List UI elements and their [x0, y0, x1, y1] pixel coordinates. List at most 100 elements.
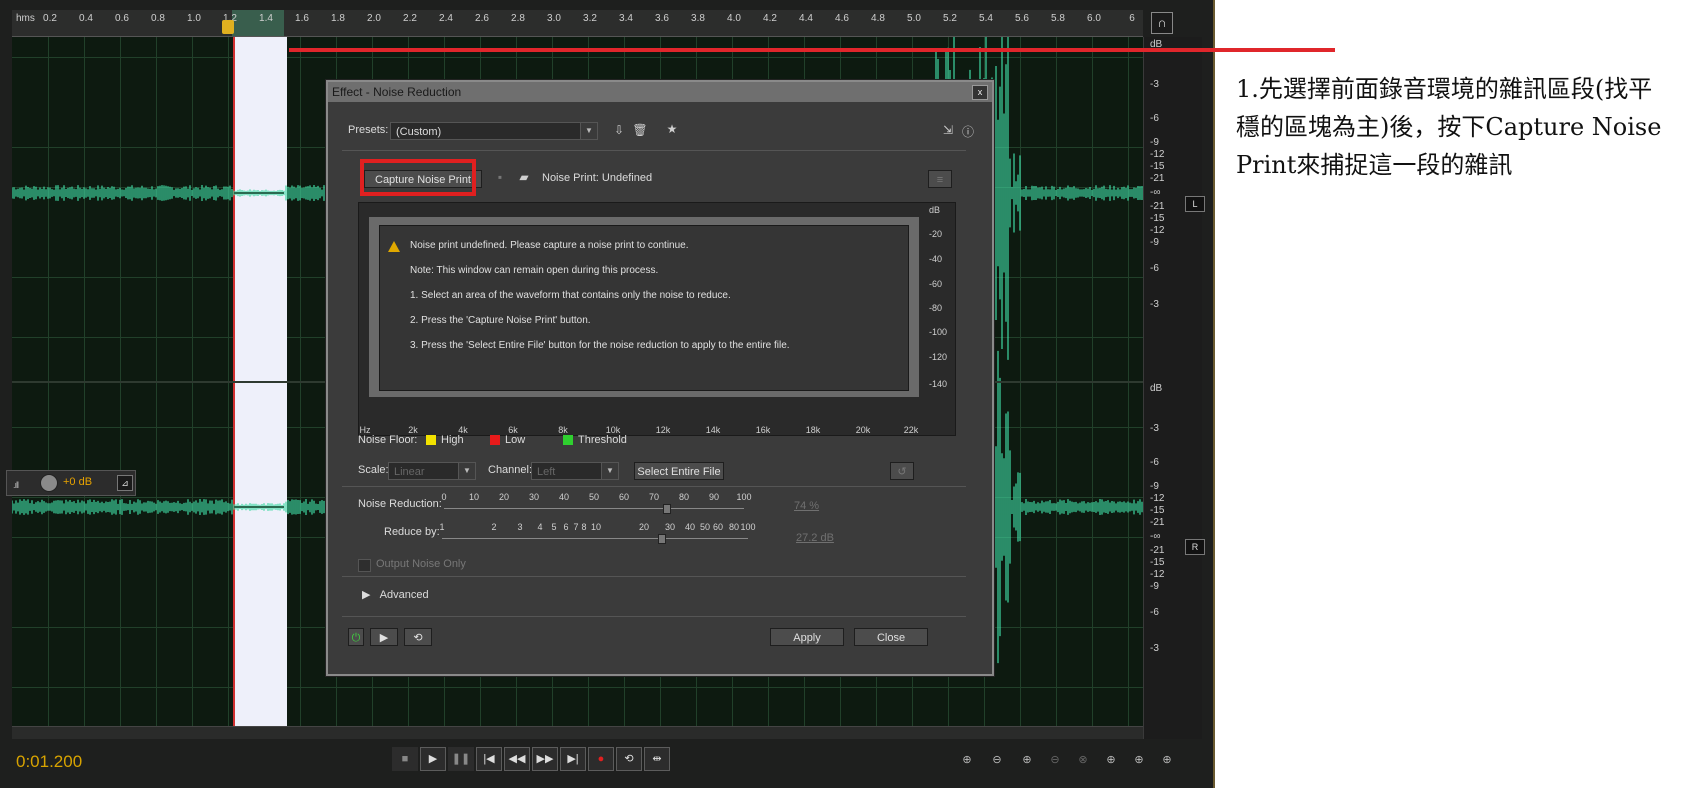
scale-tick: 5 — [551, 522, 557, 532]
playhead-marker[interactable] — [222, 20, 234, 34]
zoom-full-icon[interactable]: ⊗ — [1071, 751, 1095, 769]
power-icon[interactable]: ⏻ — [348, 628, 364, 646]
volume-value[interactable]: +0 dB — [63, 476, 92, 488]
time-ruler[interactable]: hms 0.2 0.4 0.6 0.8 1.0 1.2 1.4 1.6 1.8 … — [12, 10, 1143, 37]
skip-end-icon[interactable]: ▶| — [560, 747, 586, 771]
ruler-selection[interactable] — [232, 10, 284, 36]
zoom-out-amplitude-icon[interactable]: ⊖ — [985, 751, 1009, 769]
stop-icon[interactable]: ■ — [392, 747, 418, 771]
db-header-bottom: dB — [1150, 383, 1163, 394]
skip-start-icon[interactable]: |◀ — [476, 747, 502, 771]
channel-label: Channel: — [488, 464, 533, 476]
scale-tick: 90 — [708, 492, 720, 502]
noise-reduction-slider[interactable] — [444, 508, 744, 509]
selected-waveform — [234, 192, 284, 508]
rewind-icon[interactable]: ◀◀ — [504, 747, 530, 771]
select-entire-file-button[interactable]: Select Entire File — [634, 462, 724, 480]
noise-reduction-slider-thumb[interactable] — [663, 504, 671, 514]
presets-label: Presets: — [348, 124, 389, 136]
scale-tick: 1 — [439, 522, 445, 532]
delete-preset-icon[interactable]: 🗑 — [632, 123, 648, 137]
record-icon[interactable]: ● — [588, 747, 614, 771]
reduce-by-slider[interactable] — [442, 538, 748, 539]
scale-tick: 100 — [736, 492, 752, 502]
instruction-line: 1. Select an area of the waveform that c… — [410, 290, 731, 301]
scale-tick: 60 — [618, 492, 630, 502]
divider — [342, 576, 966, 577]
current-time[interactable]: 0:01.200 — [16, 752, 82, 772]
channel-value: Left — [537, 466, 556, 478]
pause-icon[interactable]: ❚❚ — [448, 747, 474, 771]
scale-label: Scale: — [358, 464, 389, 476]
output-noise-only-checkbox[interactable] — [358, 559, 371, 572]
save-preset-icon[interactable]: ⇩ — [611, 123, 627, 137]
scale-tick: 20 — [498, 492, 510, 502]
zoom-selection-icon[interactable]: ⊕ — [1099, 751, 1123, 769]
noise-reduction-value[interactable]: 74 % — [794, 500, 819, 512]
zoom-in-time-icon[interactable]: ⊕ — [1015, 751, 1039, 769]
apply-button[interactable]: Apply — [770, 628, 844, 646]
zoom-out-point-icon[interactable]: ⊕ — [1155, 751, 1179, 769]
pin-icon[interactable]: ⊿ — [117, 475, 133, 491]
ruler-tick: 3.6 — [655, 13, 669, 24]
loop-icon[interactable]: ⟲ — [616, 747, 642, 771]
reset-icon[interactable]: ↺ — [890, 462, 914, 480]
routing-icon[interactable]: ⇲ — [940, 123, 956, 137]
noise-print-status: Noise Print: Undefined — [542, 172, 653, 184]
scale-tick: 7 — [573, 522, 579, 532]
db-label: -12 — [1150, 149, 1165, 160]
db-label: -15 — [1150, 505, 1165, 516]
instruction-line: 3. Press the 'Select Entire File' button… — [410, 340, 790, 351]
dialog-titlebar[interactable]: Effect - Noise Reduction x — [328, 82, 992, 102]
db-label: -21 — [1150, 517, 1165, 528]
graph-y-label: -60 — [929, 279, 943, 289]
ruler-tick: 3.8 — [691, 13, 705, 24]
left-channel-toggle[interactable]: L — [1185, 196, 1205, 212]
scale-tick: 2 — [491, 522, 497, 532]
noise-reduction-label: Noise Reduction: — [358, 498, 442, 510]
legend-swatch-threshold — [563, 435, 573, 445]
info-icon[interactable]: ⓘ — [960, 123, 976, 140]
right-channel-toggle[interactable]: R — [1185, 539, 1205, 555]
chevron-down-icon: ▼ — [601, 463, 618, 479]
reduce-by-slider-thumb[interactable] — [658, 534, 667, 544]
presets-dropdown[interactable]: (Custom) ▼ — [390, 122, 598, 140]
graph-y-label: -20 — [929, 229, 943, 239]
graph-x-label: 16k — [755, 425, 771, 435]
close-icon[interactable]: x — [972, 85, 988, 100]
fast-forward-icon[interactable]: ▶▶ — [532, 747, 558, 771]
ruler-tick: 0.6 — [115, 13, 129, 24]
zoom-in-point-icon[interactable]: ⊕ — [1127, 751, 1151, 769]
scale-dropdown[interactable]: Linear ▼ — [388, 462, 476, 480]
level-bars-icon: .ıll — [13, 480, 19, 490]
db-label: -9 — [1150, 237, 1159, 248]
scale-tick: 30 — [528, 492, 540, 502]
divider — [342, 616, 966, 617]
preview-play-icon[interactable]: ▶ — [370, 628, 398, 646]
annotation-line — [289, 48, 1335, 52]
ruler-tick: 1.0 — [187, 13, 201, 24]
zoom-in-amplitude-icon[interactable]: ⊕ — [955, 751, 979, 769]
reduce-by-label: Reduce by: — [384, 526, 440, 538]
advanced-expander[interactable]: ▶ Advanced — [362, 588, 429, 601]
play-icon[interactable]: ▶ — [420, 747, 446, 771]
scale-tick: 50 — [588, 492, 600, 502]
zoom-out-time-icon[interactable]: ⊖ — [1043, 751, 1067, 769]
legend-swatch-low — [490, 435, 500, 445]
reduce-by-value[interactable]: 27.2 dB — [796, 532, 834, 544]
divider — [342, 486, 966, 487]
dialog-title: Effect - Noise Reduction — [332, 85, 462, 99]
channel-dropdown[interactable]: Left ▼ — [531, 462, 619, 480]
close-button[interactable]: Close — [854, 628, 928, 646]
folder-icon[interactable]: ▰ — [516, 170, 532, 184]
favorite-star-icon[interactable]: ★ — [664, 122, 680, 136]
loop-preview-icon[interactable]: ⟲ — [404, 628, 432, 646]
volume-hud: .ıll +0 dB ⊿ — [6, 470, 136, 496]
scale-tick: 10 — [468, 492, 480, 502]
skip-selection-icon[interactable]: ⇹ — [644, 747, 670, 771]
volume-knob[interactable] — [40, 474, 58, 492]
horizontal-scrollbar[interactable] — [12, 726, 1143, 739]
headphone-icon[interactable]: ∩ — [1151, 12, 1173, 34]
save-noise-print-icon[interactable]: ▪ — [492, 170, 508, 184]
graph-options-icon[interactable]: ≡ — [928, 170, 952, 188]
